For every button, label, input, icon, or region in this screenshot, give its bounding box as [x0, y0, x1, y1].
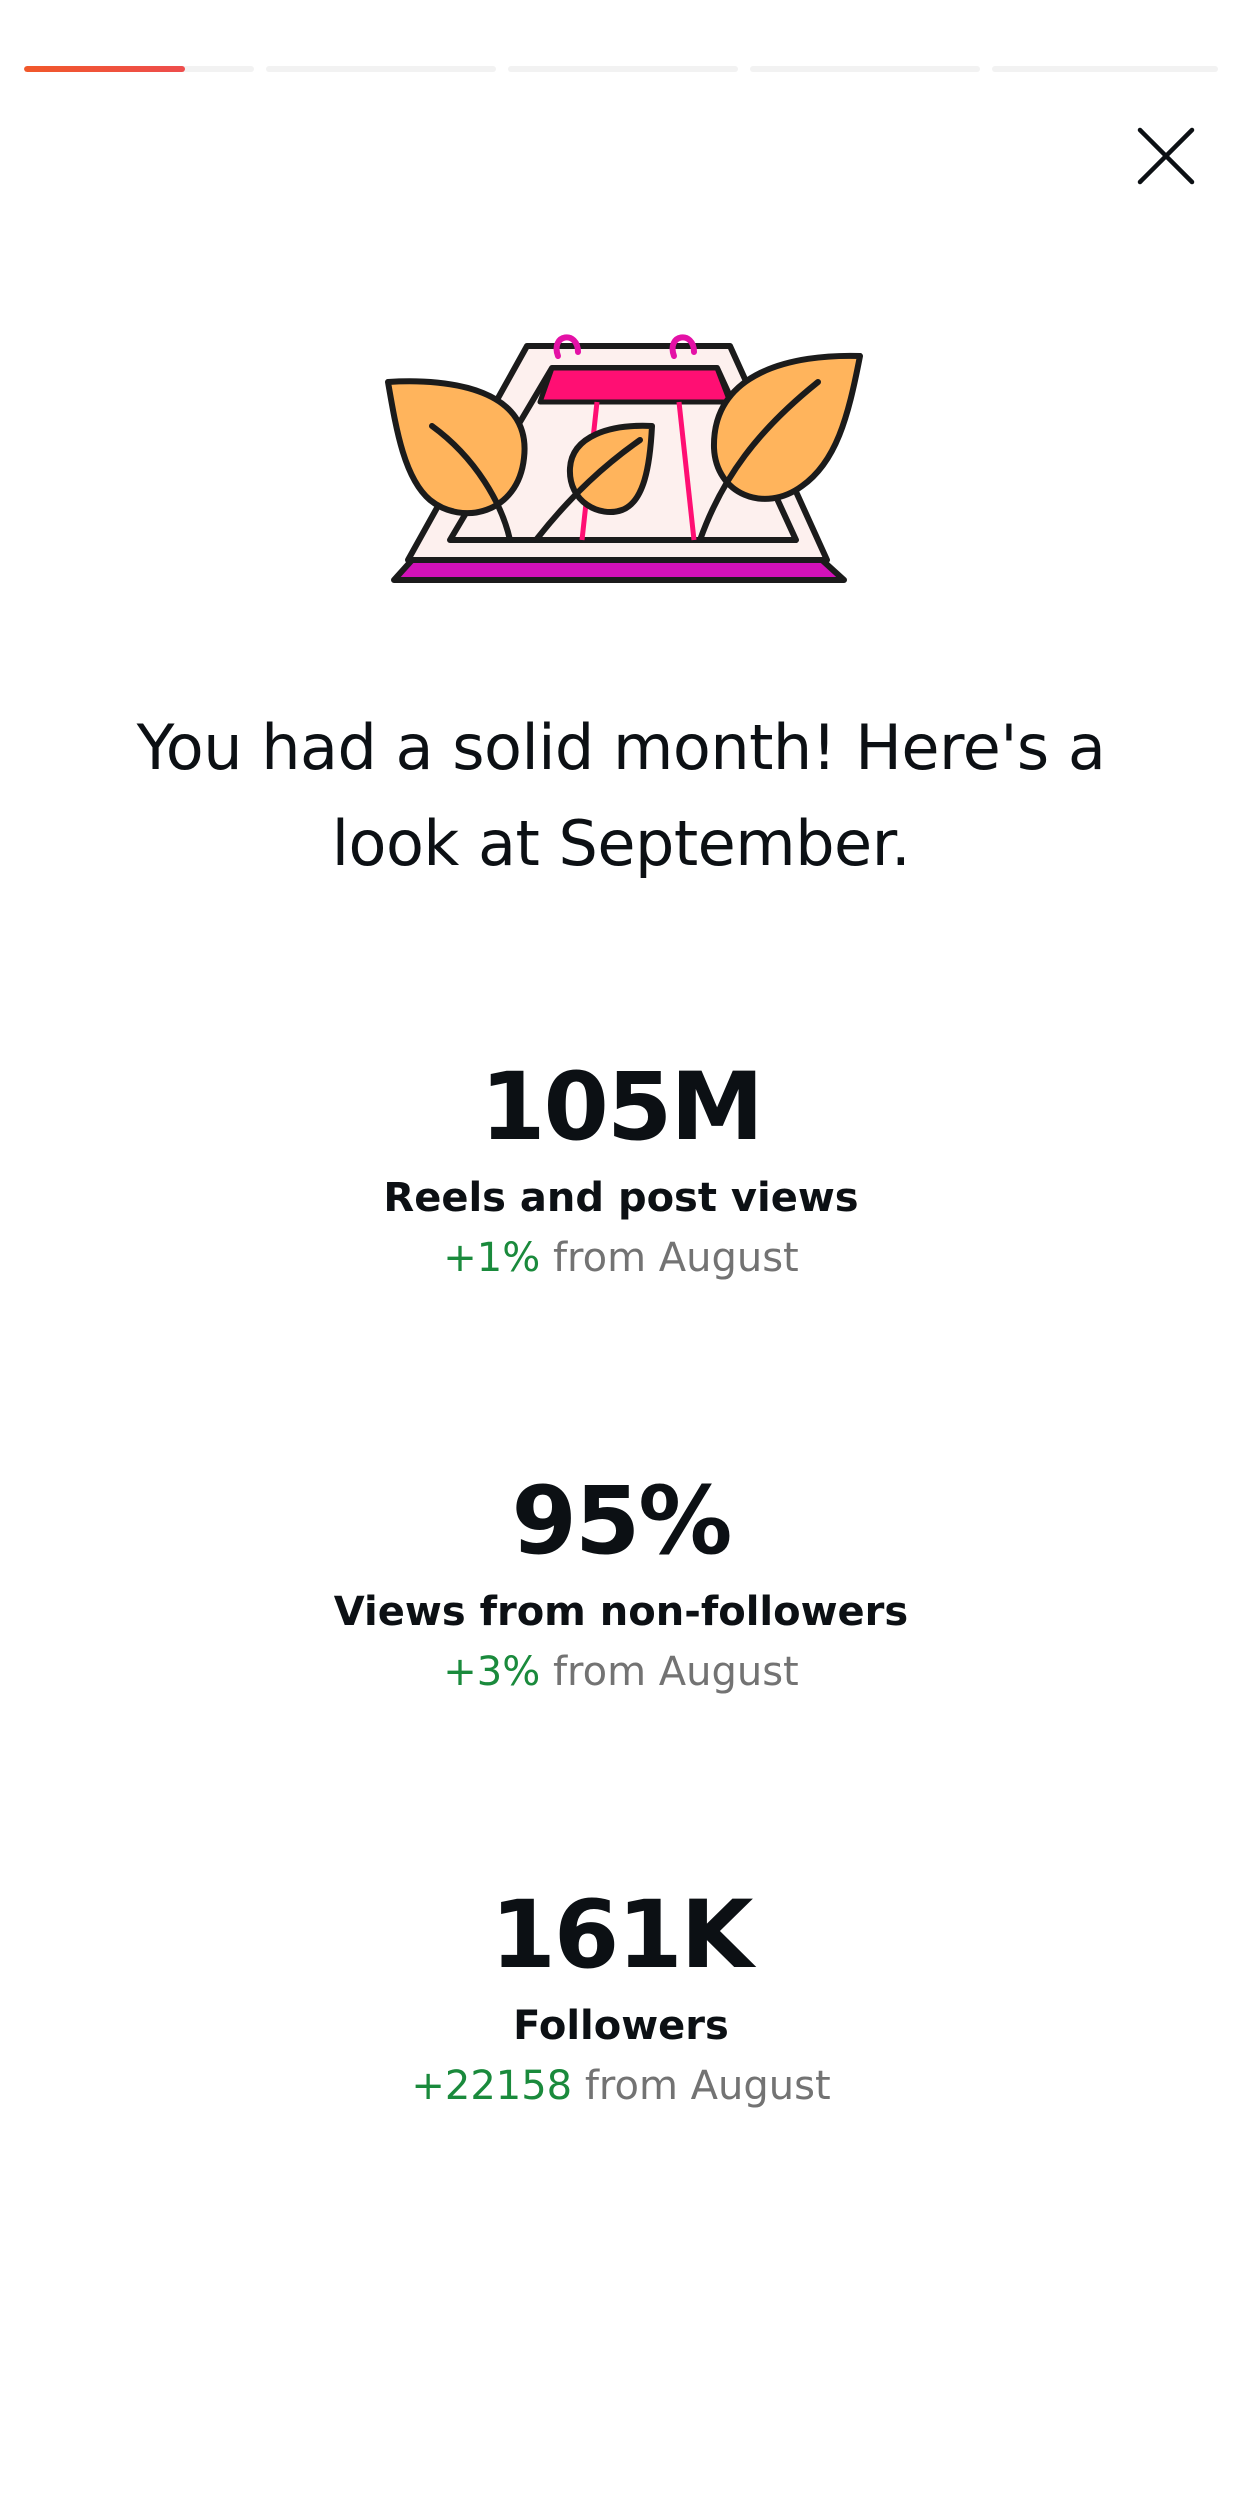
stat-change: +3% from August — [0, 1644, 1242, 1700]
stat-value: 161K — [490, 1881, 753, 1990]
stat-block-views: 105M Reels and post views +1% from Augus… — [0, 1052, 1242, 1286]
stat-block-non-followers: 95% Views from non-followers +3% from Au… — [0, 1466, 1242, 1700]
stat-change-suffix: from August — [552, 1235, 799, 1281]
stat-value: 95% — [511, 1467, 733, 1576]
calendar-leaves-illustration — [382, 318, 864, 592]
stat-value: 105M — [480, 1053, 764, 1162]
stat-delta: +22158 — [411, 2063, 573, 2109]
stat-label: Followers — [513, 2003, 729, 2049]
close-icon — [1137, 127, 1195, 185]
story-progress-bar — [24, 66, 1218, 72]
stat-change: +1% from August — [0, 1230, 1242, 1286]
progress-segment-fill — [24, 66, 185, 72]
stat-change: +22158 from August — [0, 2058, 1242, 2114]
stat-label: Reels and post views — [383, 1175, 859, 1221]
stat-change-suffix: from August — [584, 2063, 831, 2109]
page-title: You had a solid month! Here's a look at … — [136, 711, 1106, 880]
stat-block-followers: 161K Followers +22158 from August — [0, 1880, 1242, 2114]
progress-segment — [24, 66, 254, 72]
progress-segment — [508, 66, 738, 72]
stat-delta: +1% — [443, 1235, 541, 1281]
progress-segment — [992, 66, 1218, 72]
close-button[interactable] — [1134, 124, 1198, 188]
stat-delta: +3% — [443, 1649, 541, 1695]
progress-segment — [750, 66, 980, 72]
stat-change-suffix: from August — [552, 1649, 799, 1695]
stat-label: Views from non-followers — [333, 1589, 909, 1635]
progress-segment — [266, 66, 496, 72]
